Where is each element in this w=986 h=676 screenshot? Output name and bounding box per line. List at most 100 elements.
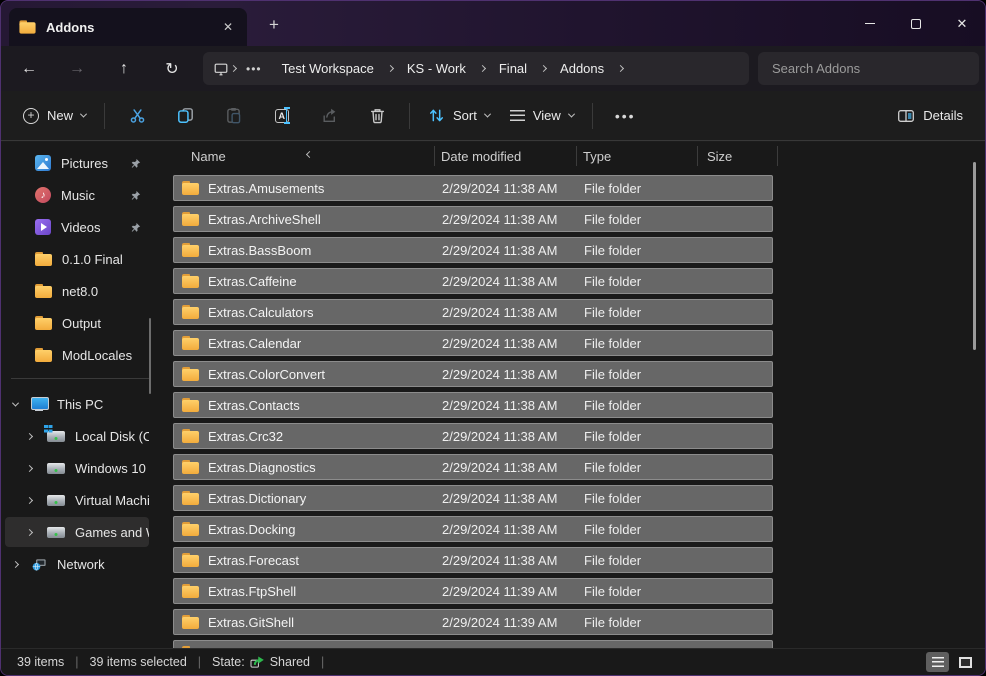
folder-icon: [35, 284, 52, 298]
breadcrumb-overflow-icon[interactable]: •••: [238, 62, 270, 76]
large-icons-view-button[interactable]: [954, 652, 977, 672]
folder-icon: [182, 553, 199, 567]
column-header-date-modified[interactable]: Date modified: [435, 146, 577, 166]
sidebar-item-output[interactable]: Output: [5, 308, 149, 338]
file-name: Extras.Calculators: [208, 305, 313, 320]
file-list-scrollbar[interactable]: [973, 162, 976, 350]
breadcrumb-chevron-icon[interactable]: [386, 66, 395, 71]
toolbar-separator: [592, 103, 593, 129]
copy-button[interactable]: [169, 100, 201, 132]
chevron-collapsed-icon[interactable]: [13, 562, 23, 567]
sidebar-item-label: Games and Wo: [75, 525, 149, 540]
file-date-modified: 2/29/2024 11:38 AM: [436, 429, 578, 444]
file-row[interactable]: Extras.Caffeine 2/29/2024 11:38 AM File …: [173, 268, 773, 294]
chevron-collapsed-icon[interactable]: [27, 498, 37, 503]
new-tab-button[interactable]: +: [261, 12, 287, 38]
file-row[interactable]: Extras.ArchiveShell 2/29/2024 11:38 AM F…: [173, 206, 773, 232]
sidebar-item-this-pc[interactable]: This PC: [5, 389, 149, 419]
toolbar-separator: [104, 103, 105, 129]
chevron-expanded-icon[interactable]: [13, 402, 23, 407]
forward-button[interactable]: →: [62, 54, 92, 84]
address-bar[interactable]: ••• Test Workspace KS - Work Final Addon…: [203, 52, 749, 85]
refresh-button[interactable]: ↻: [157, 54, 187, 84]
file-row[interactable]: Extras.HttpShell 2/29/2024 11:39 AM File…: [173, 640, 773, 648]
maximize-button[interactable]: [893, 1, 939, 46]
breadcrumb-segment[interactable]: Test Workspace: [270, 61, 386, 76]
sidebar-item-windows-10-drive[interactable]: Windows 10 (D: [5, 453, 149, 483]
folder-icon: [182, 522, 199, 536]
breadcrumb-segment[interactable]: KS - Work: [395, 61, 478, 76]
chevron-down-icon: [484, 111, 491, 118]
minimize-button[interactable]: [847, 1, 893, 46]
column-header-name[interactable]: Name: [173, 146, 435, 166]
file-name-cell: Extras.ColorConvert: [174, 367, 436, 382]
breadcrumb-segment[interactable]: Addons: [548, 61, 616, 76]
chevron-collapsed-icon[interactable]: [27, 466, 37, 471]
sidebar-item-net8[interactable]: net8.0: [5, 276, 149, 306]
up-button[interactable]: ↑: [109, 54, 139, 84]
file-row[interactable]: Extras.Crc32 2/29/2024 11:38 AM File fol…: [173, 423, 773, 449]
chevron-collapsed-icon[interactable]: [27, 434, 37, 439]
tab-close-icon[interactable]: ✕: [219, 18, 237, 36]
rename-button[interactable]: [265, 100, 297, 132]
breadcrumb-chevron-icon: [229, 66, 238, 71]
new-button[interactable]: New: [13, 102, 96, 130]
breadcrumb-chevron-icon[interactable]: [539, 66, 548, 71]
file-row[interactable]: Extras.ColorConvert 2/29/2024 11:38 AM F…: [173, 361, 773, 387]
cut-button[interactable]: [121, 100, 153, 132]
file-row[interactable]: Extras.Calculators 2/29/2024 11:38 AM Fi…: [173, 299, 773, 325]
share-icon: [321, 107, 338, 124]
videos-icon: [35, 219, 51, 235]
column-header-type[interactable]: Type: [577, 146, 698, 166]
file-row[interactable]: Extras.Dictionary 2/29/2024 11:38 AM Fil…: [173, 485, 773, 511]
file-type: File folder: [578, 615, 699, 630]
sidebar-item-virtual-machines-drive[interactable]: Virtual Machin: [5, 485, 149, 515]
back-button[interactable]: ←: [14, 54, 44, 84]
breadcrumb-chevron-icon[interactable]: [478, 66, 487, 71]
file-name: Extras.ColorConvert: [208, 367, 325, 382]
delete-button[interactable]: [361, 100, 393, 132]
file-row[interactable]: Extras.Forecast 2/29/2024 11:38 AM File …: [173, 547, 773, 573]
close-button[interactable]: ✕: [939, 1, 985, 46]
share-button[interactable]: [313, 100, 345, 132]
sidebar-item-local-disk-c[interactable]: Local Disk (C:): [5, 421, 149, 451]
folder-icon: [182, 243, 199, 257]
file-row[interactable]: Extras.Calendar 2/29/2024 11:38 AM File …: [173, 330, 773, 356]
file-date-modified: 2/29/2024 11:38 AM: [436, 336, 578, 351]
sidebar-item-pictures[interactable]: Pictures: [5, 148, 149, 178]
more-options-button[interactable]: •••: [601, 108, 650, 124]
search-input[interactable]: [758, 52, 979, 85]
paste-button[interactable]: [217, 100, 249, 132]
file-row[interactable]: Extras.Diagnostics 2/29/2024 11:38 AM Fi…: [173, 454, 773, 480]
sidebar-scrollbar[interactable]: [149, 318, 151, 394]
file-row[interactable]: Extras.Amusements 2/29/2024 11:38 AM Fil…: [173, 175, 773, 201]
folder-icon: [35, 316, 52, 330]
folder-icon: [182, 460, 199, 474]
sidebar-item-modlocales[interactable]: ModLocales: [5, 340, 149, 370]
file-name-cell: Extras.BassBoom: [174, 243, 436, 258]
tab-title: Addons: [46, 20, 219, 35]
sidebar-item-label: net8.0: [62, 284, 149, 299]
file-row[interactable]: Extras.Contacts 2/29/2024 11:38 AM File …: [173, 392, 773, 418]
file-row[interactable]: Extras.FtpShell 2/29/2024 11:39 AM File …: [173, 578, 773, 604]
breadcrumb-chevron-icon[interactable]: [616, 66, 625, 71]
column-header-size[interactable]: Size: [698, 146, 778, 166]
breadcrumb-segment[interactable]: Final: [487, 61, 539, 76]
sidebar-item-videos[interactable]: Videos: [5, 212, 149, 242]
details-view-icon: [932, 657, 944, 667]
sidebar-item-games-drive[interactable]: Games and Wo: [5, 517, 149, 547]
file-row[interactable]: Extras.BassBoom 2/29/2024 11:38 AM File …: [173, 237, 773, 263]
details-view-button[interactable]: [926, 652, 949, 672]
file-row[interactable]: Extras.GitShell 2/29/2024 11:39 AM File …: [173, 609, 773, 635]
sidebar-item-network[interactable]: Network: [5, 549, 149, 579]
close-icon: ✕: [957, 16, 968, 32]
file-row[interactable]: Extras.Docking 2/29/2024 11:38 AM File f…: [173, 516, 773, 542]
tab-addons[interactable]: Addons ✕: [9, 8, 247, 46]
sidebar-item-music[interactable]: Music: [5, 180, 149, 210]
file-name-cell: Extras.Contacts: [174, 398, 436, 413]
sidebar-item-010-final[interactable]: 0.1.0 Final: [5, 244, 149, 274]
details-pane-button[interactable]: Details: [887, 102, 973, 130]
view-button[interactable]: View: [500, 102, 584, 129]
sort-button[interactable]: Sort: [418, 101, 500, 130]
chevron-collapsed-icon[interactable]: [27, 530, 37, 535]
